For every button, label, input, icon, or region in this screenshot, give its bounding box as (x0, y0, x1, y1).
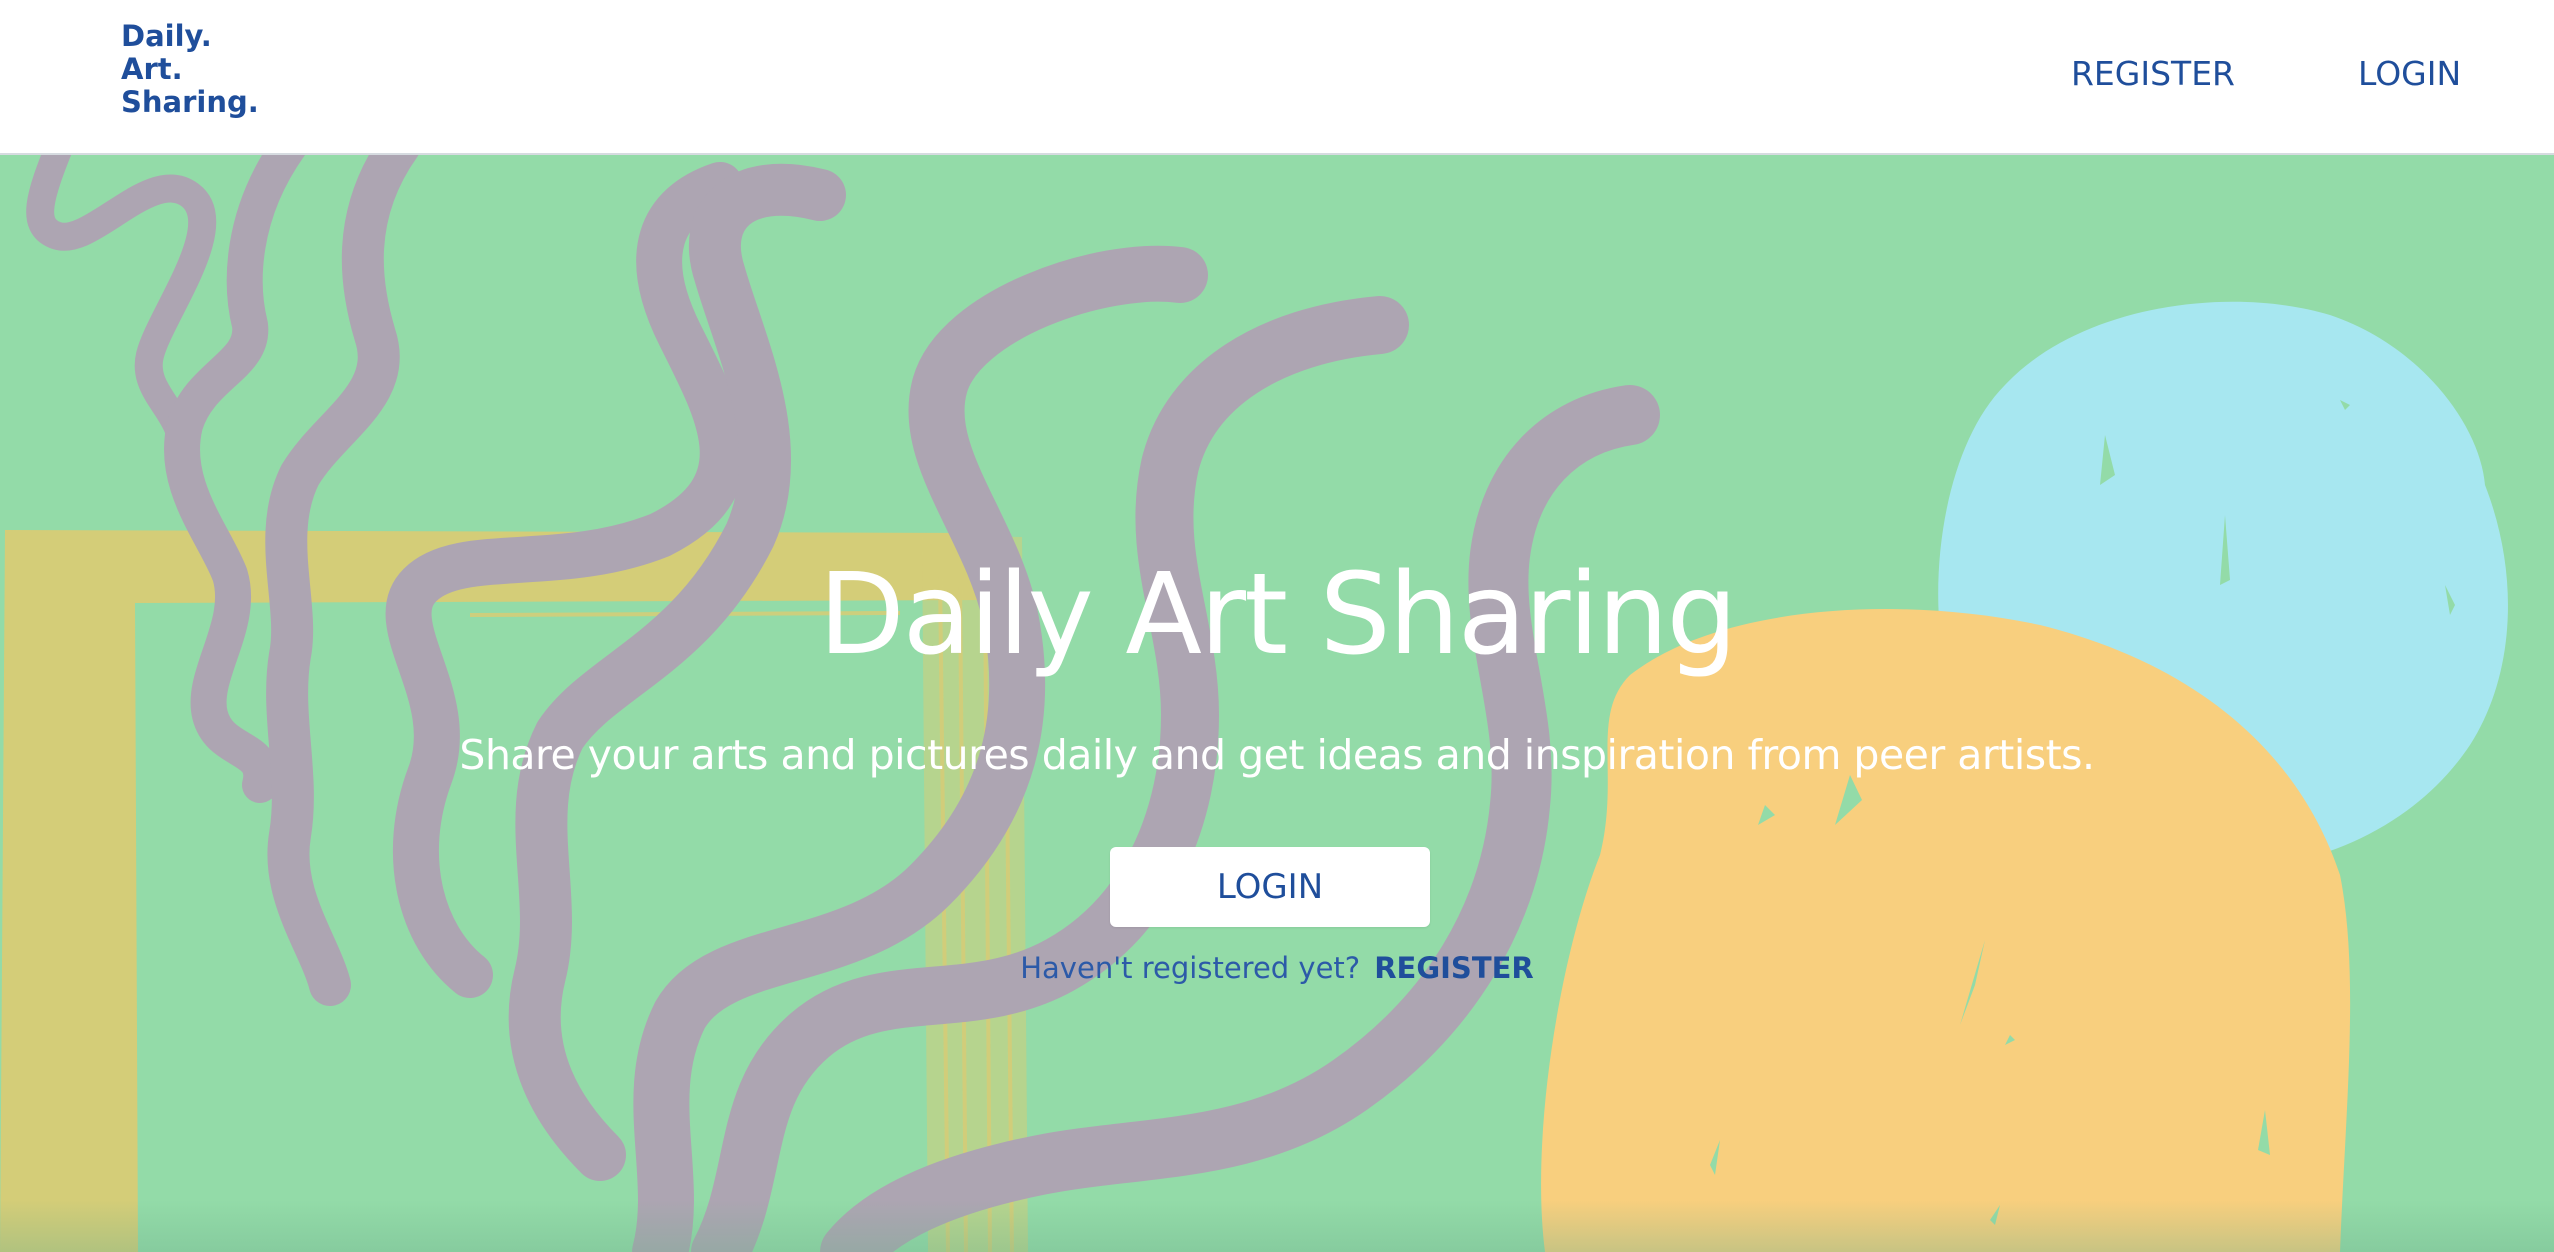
hero-section: Daily Art Sharing Share your arts and pi… (0, 155, 2554, 1252)
abstract-art-illustration (0, 155, 2554, 1252)
top-navbar: Daily. Art. Sharing. REGISTER LOGIN (0, 0, 2554, 155)
hero-title: Daily Art Sharing (818, 550, 1737, 680)
logo-line-art: Art. (121, 52, 183, 86)
bottom-fade-overlay (0, 1200, 2554, 1252)
register-prompt-text: Haven't registered yet? (1020, 951, 1361, 985)
nav-register-link[interactable]: REGISTER (2071, 52, 2235, 96)
logo-line-sharing: Sharing. (121, 85, 259, 119)
hero-subtitle: Share your arts and pictures daily and g… (459, 731, 2095, 779)
landing-page: Daily. Art. Sharing. REGISTER LOGIN Dail… (0, 0, 2554, 1252)
site-logo[interactable]: Daily. Art. Sharing. (121, 20, 259, 119)
register-prompt-row: Haven't registered yet? REGISTER (0, 948, 2554, 988)
nav-login-link[interactable]: LOGIN (2358, 52, 2461, 96)
hero-login-button[interactable]: LOGIN (1110, 847, 1430, 927)
logo-line-daily: Daily. (121, 19, 212, 53)
hero-register-link[interactable]: REGISTER (1374, 951, 1534, 985)
